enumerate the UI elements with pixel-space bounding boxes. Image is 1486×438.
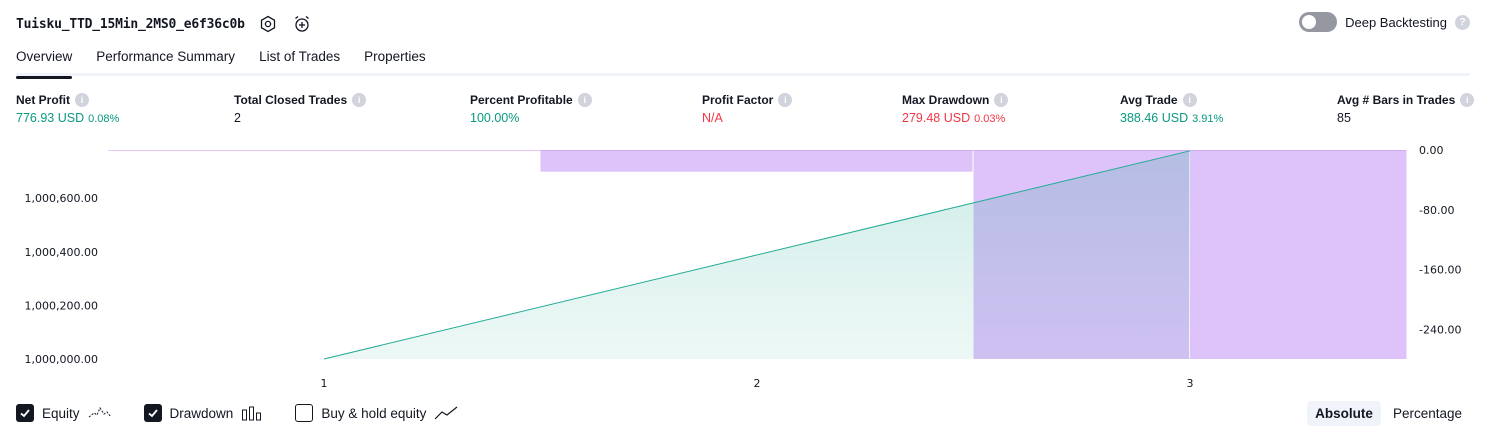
buy-hold-line-icon: [434, 406, 458, 420]
right-axis-tick-label: -160.00: [1419, 264, 1461, 277]
drawdown-bar: [1190, 150, 1407, 359]
info-icon[interactable]: i: [1182, 93, 1197, 107]
equity-line-icon: [88, 406, 111, 418]
metric-profit-factor: Profit Factor i N/A: [702, 93, 793, 125]
metric-label: Profit Factor: [702, 93, 774, 107]
buy-hold-checkbox[interactable]: [295, 404, 314, 422]
toggle-knob: [1302, 15, 1317, 29]
drawdown-checkbox[interactable]: [143, 404, 162, 422]
metric-percent: 0.03%: [974, 113, 1006, 125]
drawdown-bars-icon: [242, 406, 262, 421]
metric-value: 279.48 USD: [902, 111, 971, 125]
gear-icon[interactable]: [257, 13, 279, 35]
legend-equity[interactable]: Equity: [16, 404, 112, 422]
info-icon[interactable]: i: [994, 93, 1009, 107]
left-axis-tick-label: 1,000,200.00: [25, 299, 98, 312]
deep-backtesting-toggle[interactable]: [1299, 12, 1338, 32]
metric-percent-profitable: Percent Profitable i 100.00%: [470, 93, 592, 125]
left-axis-tick-label: 1,000,600.00: [25, 192, 98, 205]
help-icon[interactable]: ?: [1455, 14, 1470, 30]
legend-drawdown[interactable]: Drawdown: [143, 404, 264, 422]
metric-net-profit: Net Profit i 776.93 USD 0.08%: [16, 93, 119, 125]
metric-label: Percent Profitable: [470, 93, 573, 107]
info-icon[interactable]: i: [778, 93, 793, 107]
metric-max-drawdown: Max Drawdown i 279.48 USD 0.03%: [902, 93, 1009, 125]
metrics-row: Net Profit i 776.93 USD 0.08% Total Closed…: [0, 93, 1486, 133]
equity-checkbox[interactable]: [16, 404, 34, 422]
legend-buy-hold[interactable]: Buy & hold equity: [295, 404, 458, 422]
left-axis-tick-label: 1,000,000.00: [25, 353, 98, 366]
x-axis-tick-label: 3: [1187, 377, 1194, 390]
metric-value: N/A: [702, 111, 723, 125]
metric-label: Net Profit: [16, 93, 70, 107]
info-icon[interactable]: i: [352, 93, 367, 107]
legend-label: Drawdown: [169, 405, 234, 421]
tab-overview[interactable]: Overview: [16, 44, 73, 79]
strategy-title: Tuisku_TTD_15Min_2MS0_e6f36c0b: [16, 16, 245, 32]
tab-list-of-trades[interactable]: List of Trades: [259, 44, 340, 76]
metric-avg-trade: Avg Trade i 388.46 USD 3.91%: [1120, 93, 1223, 125]
right-axis-tick-label: 0.00: [1419, 144, 1444, 157]
x-axis-tick-label: 2: [754, 377, 761, 390]
strategy-header: Tuisku_TTD_15Min_2MS0_e6f36c0b: [16, 10, 313, 38]
info-icon[interactable]: i: [75, 93, 89, 107]
scale-mode-switch: Absolute Percentage: [1307, 401, 1470, 426]
report-tabs: Overview Performance Summary List of Tra…: [16, 44, 1470, 79]
right-axis-tick-label: -80.00: [1419, 204, 1454, 217]
metric-value: 85: [1337, 111, 1351, 125]
deep-backtesting: Deep Backtesting ?: [1299, 12, 1470, 32]
metric-percent: 0.08%: [88, 113, 120, 125]
metric-label: Avg # Bars in Trades: [1337, 93, 1456, 107]
metric-total-closed-trades: Total Closed Trades i 2: [234, 93, 367, 125]
chart-legend: Equity Drawdown Buy & hold equity: [16, 404, 490, 422]
absolute-button[interactable]: Absolute: [1307, 401, 1381, 426]
metric-label: Avg Trade: [1120, 93, 1178, 107]
percentage-button[interactable]: Percentage: [1385, 401, 1470, 426]
x-axis-tick-label: 1: [321, 377, 328, 390]
metric-percent: 3.91%: [1192, 113, 1224, 125]
metric-value: 2: [234, 111, 241, 125]
tab-performance-summary[interactable]: Performance Summary: [96, 44, 235, 76]
deep-backtesting-label: Deep Backtesting: [1345, 14, 1447, 30]
drawdown-bar: [540, 150, 973, 172]
info-icon[interactable]: i: [577, 93, 592, 107]
legend-label: Buy & hold equity: [321, 405, 427, 421]
metric-value: 776.93 USD: [16, 111, 85, 125]
alarm-clock-plus-icon[interactable]: [291, 13, 313, 35]
equity-drawdown-chart[interactable]: 1,000,000.00 1,000,200.00 1,000,400.00 1,00…: [0, 140, 1486, 396]
metric-label: Total Closed Trades: [234, 93, 348, 107]
metric-label: Max Drawdown: [902, 93, 990, 107]
metric-value: 388.46 USD: [1120, 111, 1189, 125]
info-icon[interactable]: i: [1460, 93, 1475, 107]
left-axis-tick-label: 1,000,400.00: [25, 246, 98, 259]
right-axis-tick-label: -240.00: [1419, 323, 1461, 336]
metric-avg-bars: Avg # Bars in Trades i 85: [1337, 93, 1475, 125]
legend-label: Equity: [42, 405, 80, 421]
tab-properties[interactable]: Properties: [364, 44, 426, 76]
metric-value: 100.00%: [470, 111, 520, 125]
